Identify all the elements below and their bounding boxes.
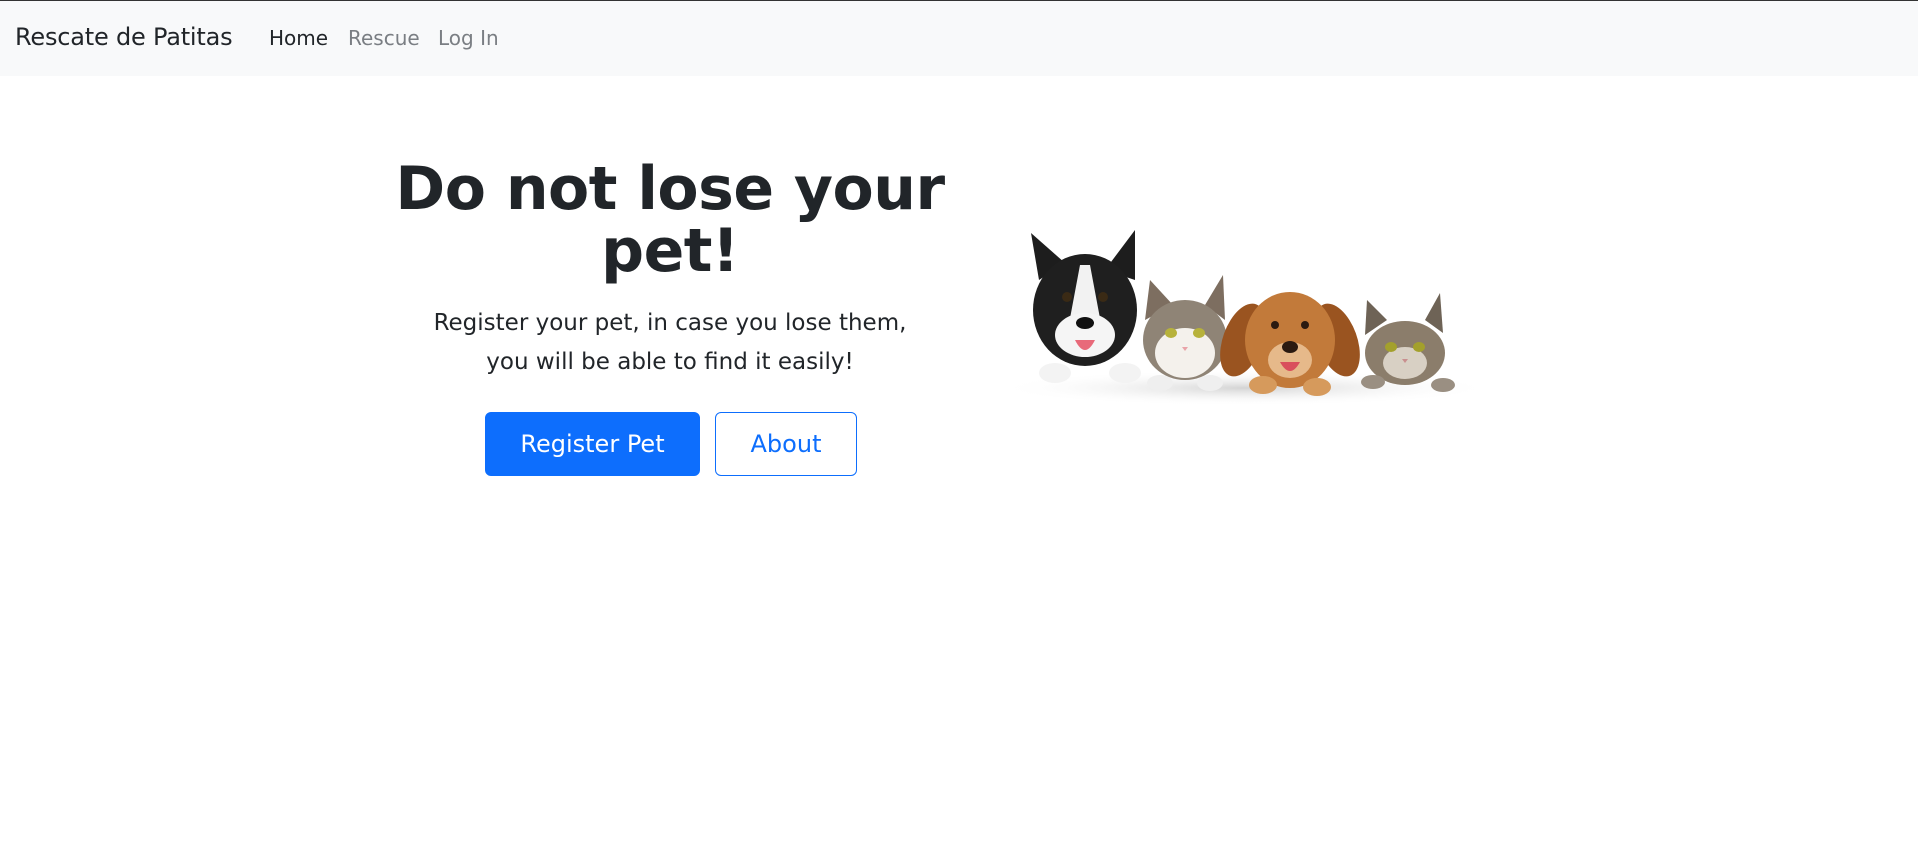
black-white-dog-icon (1031, 230, 1141, 383)
top-navbar: Rescate de Patitas Home Rescue Log In (0, 0, 1918, 76)
hero-subtitle-line-2: you will be able to find it easily! (486, 349, 854, 375)
pets-peeking-over-edge-image (995, 230, 1495, 406)
nav-link-rescue[interactable]: Rescue (348, 26, 420, 50)
hero-section: Do not lose your pet! Register your pet,… (395, 158, 945, 382)
hero-subtitle: Register your pet, in case you lose them… (395, 304, 945, 382)
brand-link[interactable]: Rescate de Patitas (15, 23, 233, 51)
hero-buttons: Register Pet About (485, 412, 857, 476)
hero-title: Do not lose your pet! (395, 154, 945, 286)
register-pet-button[interactable]: Register Pet (485, 412, 700, 476)
nav-link-login[interactable]: Log In (438, 26, 499, 50)
nav-link-home[interactable]: Home (269, 26, 328, 50)
hero-subtitle-line-1: Register your pet, in case you lose them… (433, 310, 907, 336)
about-button[interactable]: About (715, 412, 857, 476)
